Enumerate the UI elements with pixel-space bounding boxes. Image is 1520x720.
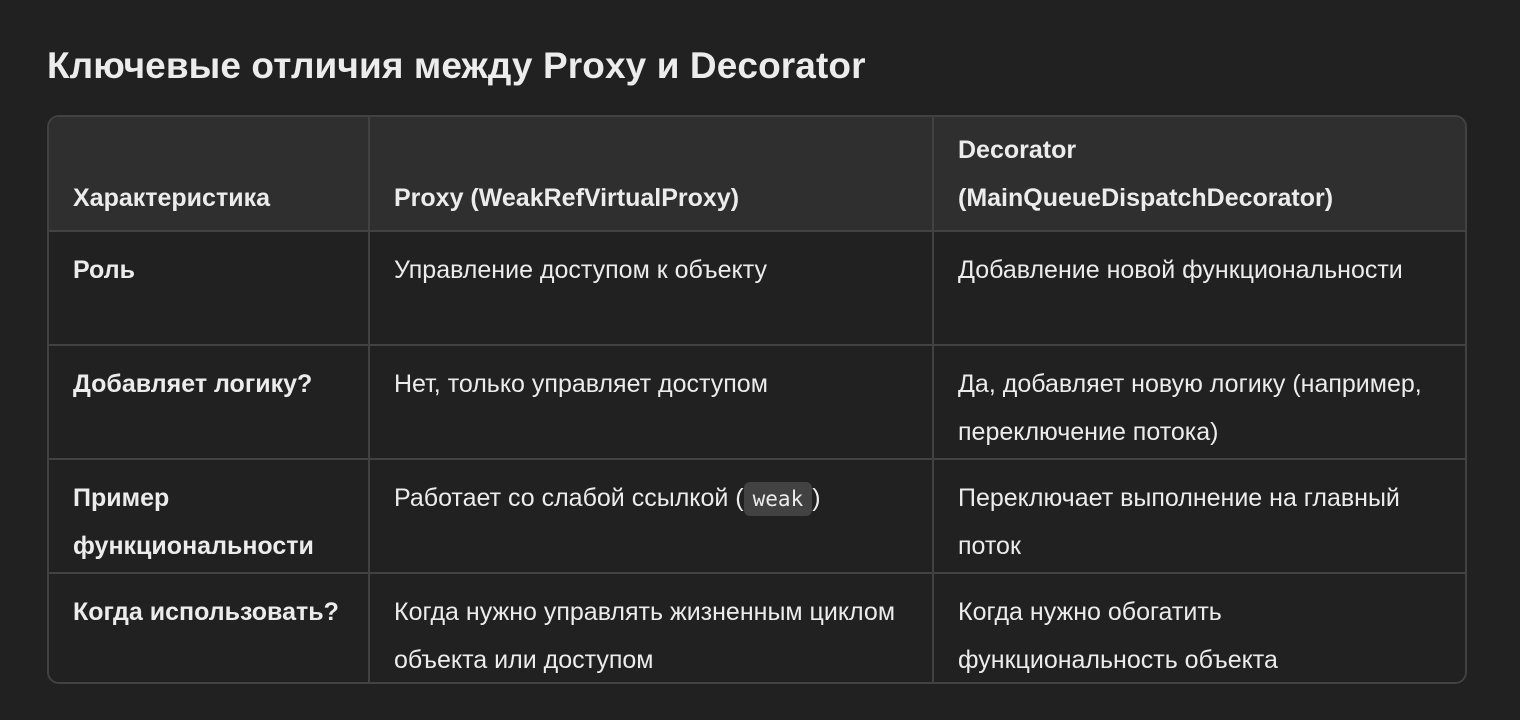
row-label: Добавляет логику? bbox=[49, 345, 369, 460]
row-label: Когда использовать? bbox=[49, 573, 369, 682]
proxy-cell: Работает со слабой ссылкой (weak) bbox=[368, 459, 933, 574]
row-label: Роль bbox=[49, 231, 369, 346]
proxy-cell: Нет, только управляет доступом bbox=[368, 345, 933, 460]
proxy-text-after: ) bbox=[812, 484, 821, 512]
table-row: Пример функциональности Работает со слаб… bbox=[49, 459, 1465, 574]
table-row: Когда использовать? Когда нужно управлят… bbox=[49, 573, 1465, 682]
page: Ключевые отличия между Proxy и Decorator… bbox=[0, 0, 1520, 720]
decorator-cell: Когда нужно обогатить функциональность о… bbox=[932, 573, 1465, 682]
header-proxy: Proxy (WeakRefVirtualProxy) bbox=[368, 117, 933, 232]
decorator-cell: Переключает выполнение на главный поток bbox=[932, 459, 1465, 574]
proxy-cell: Управление доступом к объекту bbox=[368, 231, 933, 346]
decorator-cell: Да, добавляет новую логику (например, пе… bbox=[932, 345, 1465, 460]
row-label: Пример функциональности bbox=[49, 459, 369, 574]
header-feature: Характеристика bbox=[49, 117, 369, 232]
header-decorator: Decorator (MainQueueDispatchDecorator) bbox=[932, 117, 1465, 232]
proxy-text-before: Работает со слабой ссылкой ( bbox=[394, 484, 744, 512]
table-row: Роль Управление доступом к объекту Добав… bbox=[49, 231, 1465, 346]
comparison-table: Характеристика Proxy (WeakRefVirtualProx… bbox=[47, 115, 1467, 684]
inline-code: weak bbox=[743, 482, 813, 516]
decorator-cell: Добавление новой функциональности bbox=[932, 231, 1465, 346]
table-row: Добавляет логику? Нет, только управляет … bbox=[49, 345, 1465, 460]
page-title: Ключевые отличия между Proxy и Decorator bbox=[47, 45, 866, 86]
proxy-cell: Когда нужно управлять жизненным циклом о… bbox=[368, 573, 933, 682]
table-header-row: Характеристика Proxy (WeakRefVirtualProx… bbox=[49, 117, 1465, 232]
